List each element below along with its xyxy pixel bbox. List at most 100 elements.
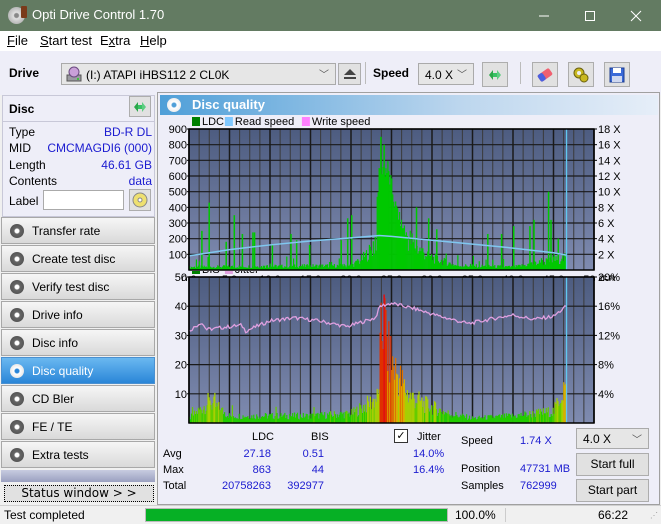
nav-create-test-disc[interactable]: Create test disc — [1, 245, 155, 272]
ldc-spike — [351, 215, 353, 270]
disc-icon — [10, 392, 24, 406]
total-bis: 392977 — [287, 480, 324, 492]
col-bis-header: BIS — [311, 431, 329, 443]
ldc-spike — [271, 244, 274, 270]
nav-filler — [1, 470, 155, 482]
nav-label: Disc quality — [32, 364, 94, 378]
test-speed-select[interactable]: 4.0 X ﹀ — [576, 428, 649, 449]
disc-header: Disc — [9, 102, 35, 116]
nav-verify-test-disc[interactable]: Verify test disc — [1, 273, 155, 300]
menu-file[interactable]: File — [7, 33, 28, 48]
speed-label: Speed — [461, 435, 493, 447]
menu-help[interactable]: Help — [140, 33, 167, 48]
disc-label-button[interactable] — [129, 189, 151, 211]
menu-file-accel: F — [7, 33, 15, 48]
y2-tick-label: 20% — [598, 272, 620, 284]
y-tick-label: 30 — [175, 330, 187, 342]
y-tick-label: 900 — [169, 124, 187, 136]
y2-tick-label: 10 X — [598, 187, 621, 199]
minimize-icon — [539, 15, 549, 16]
menu-start-test[interactable]: Start test — [40, 33, 92, 48]
status-window-button[interactable]: Status window > > — [4, 485, 154, 502]
ldc-spike — [252, 232, 254, 270]
nav-extra-tests[interactable]: Extra tests — [1, 441, 155, 468]
erase-button[interactable] — [532, 62, 558, 87]
nav-drive-info[interactable]: Drive info — [1, 301, 155, 328]
nav-cd-bler[interactable]: CD Bler — [1, 385, 155, 412]
y-tick-label: 600 — [169, 171, 187, 183]
settings-icon — [573, 67, 589, 82]
position-label: Position — [461, 463, 501, 475]
total-label: Total — [163, 480, 187, 492]
start-full-button[interactable]: Start full — [576, 453, 649, 476]
nav-fe-te[interactable]: FE / TE — [1, 413, 155, 440]
menu-extra-pre: E — [100, 33, 109, 48]
drive-select[interactable]: (I:) ATAPI iHBS112 2 CL0K ﹀ — [61, 63, 336, 85]
eject-button[interactable] — [338, 63, 361, 85]
ldc-spike — [253, 232, 256, 270]
disc-type-key: Type — [9, 125, 36, 139]
y2-tick-label: 12 X — [598, 171, 621, 183]
ldc-spike — [295, 240, 298, 270]
chevron-down-icon: ﹀ — [457, 70, 467, 81]
speed-select[interactable]: 4.0 X ﹀ — [418, 63, 474, 85]
disc-contents-key: Contents — [9, 174, 58, 188]
y2-tick-label: 6 X — [598, 218, 615, 230]
refresh-button[interactable] — [482, 62, 508, 87]
divider — [3, 121, 154, 122]
toolbar: Drive (I:) ATAPI iHBS112 2 CL0K ﹀ Speed … — [0, 51, 661, 95]
max-jitter: 16.4% — [413, 464, 445, 476]
save-button[interactable] — [604, 62, 630, 87]
status-divider — [505, 508, 506, 522]
start-part-button[interactable]: Start part — [576, 479, 649, 502]
y2-tick-label: 2 X — [598, 249, 615, 261]
jitter-checkbox[interactable]: ✓ — [394, 429, 408, 443]
y2-tick-label: 14 X — [598, 155, 621, 167]
resize-grip-icon[interactable]: ⋰ — [650, 511, 658, 520]
disc-length-key: Length — [9, 158, 46, 172]
chevron-down-icon: ﹀ — [319, 70, 329, 81]
disc-icon — [10, 280, 24, 294]
nav-disc-quality[interactable]: Disc quality — [1, 357, 155, 384]
nav-disc-info[interactable]: Disc info — [1, 329, 155, 356]
disc-quality-icon — [167, 98, 181, 112]
y-tick-label: 700 — [169, 155, 187, 167]
avg-jitter: 14.0% — [413, 448, 445, 460]
y-tick-label: 200 — [169, 234, 187, 246]
nav-label: Verify test disc — [32, 280, 110, 294]
toolbar-separator — [365, 62, 366, 84]
disc-icon — [10, 420, 24, 434]
disc-contents-value: data — [128, 174, 152, 188]
toolbar-separator — [520, 62, 521, 84]
elapsed-time: 66:22 — [597, 508, 628, 522]
legend-swatch-write-speed — [301, 117, 310, 126]
disc-icon — [132, 192, 148, 208]
maximize-button[interactable] — [567, 0, 613, 31]
ldc-spike — [547, 191, 550, 270]
panel-header: Disc quality — [160, 95, 658, 115]
ldc-chart: 0.05.010.015.020.025.030.035.040.045.050… — [169, 116, 622, 281]
nav-transfer-rate[interactable]: Transfer rate — [1, 217, 155, 244]
menu-start-test-label: tart test — [48, 33, 93, 48]
menu-bar: File Start test Extra Help — [0, 31, 661, 51]
disc-icon — [10, 308, 24, 322]
settings-button[interactable] — [568, 62, 594, 87]
nav-label: Drive info — [32, 308, 83, 322]
disc-refresh-button[interactable] — [129, 96, 151, 117]
y2-tick-label: 8% — [598, 360, 614, 372]
close-button[interactable] — [613, 0, 659, 31]
y2-tick-label: 8 X — [598, 202, 615, 214]
legend-label-write-speed: Write speed — [312, 116, 371, 128]
minimize-button[interactable] — [521, 0, 567, 31]
disc-mid-key: MID — [9, 141, 31, 155]
title-bar: Opti Drive Control 1.70 — [0, 0, 661, 31]
y2-tick-label: 16 X — [598, 140, 621, 152]
y2-tick-label: 12% — [598, 330, 620, 342]
speed-value: 1.74 X — [520, 435, 552, 447]
status-bar: Test completed 100.0% 66:22 ⋰ — [0, 505, 661, 524]
menu-extra[interactable]: Extra — [100, 33, 130, 48]
legend-swatch-jitter — [224, 271, 233, 274]
disc-label-input[interactable] — [43, 190, 124, 210]
ldc-spike — [340, 240, 342, 270]
jitter-label: Jitter — [417, 431, 441, 443]
